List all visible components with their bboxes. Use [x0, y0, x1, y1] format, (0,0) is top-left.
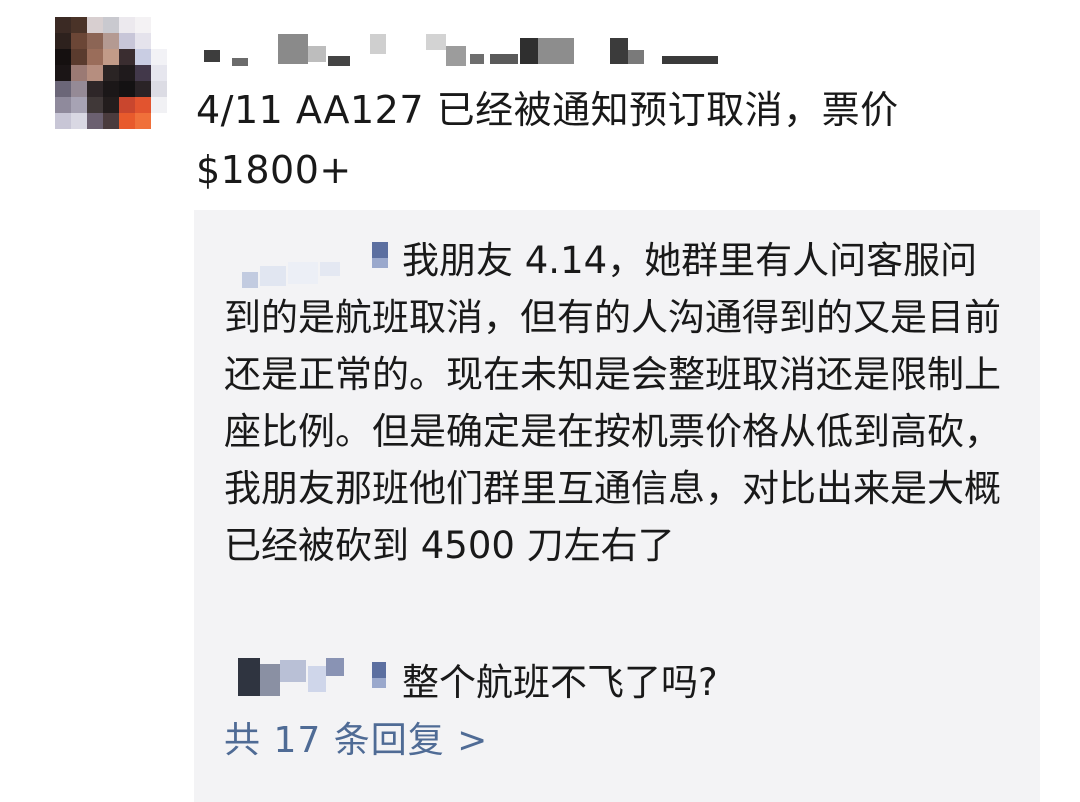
- reply-author-name[interactable]: [224, 654, 402, 711]
- reply-item[interactable]: 我朋友 4.14，她群里有人问客服问到的是航班取消，但有的人沟通得到的又是目前还…: [224, 232, 1014, 574]
- reply-text-rest: 到的是航班取消，但有的人沟通得到的又是目前还是正常的。现在未知是会整班取消还是限…: [224, 296, 1001, 567]
- reply-box: 我朋友 4.14，她群里有人问客服问到的是航班取消，但有的人沟通得到的又是目前还…: [194, 210, 1040, 802]
- reply-text-first: 整个航班不飞了吗?: [402, 661, 718, 704]
- commenter-name[interactable]: [200, 28, 740, 76]
- reply-author-name[interactable]: [224, 232, 402, 289]
- reply-item[interactable]: 整个航班不飞了吗?: [224, 654, 1014, 711]
- reply-text-first: 我朋友 4.14，她群里有人问客服问: [402, 239, 978, 282]
- view-all-replies-link[interactable]: 共 17 条回复 >: [224, 715, 488, 767]
- comment-line-2: $1800+: [196, 148, 352, 192]
- comment-text: 4/11 AA127 已经被通知预订取消，票价 $1800+: [196, 80, 1046, 200]
- comment-line-1: 4/11 AA127 已经被通知预订取消，票价: [196, 88, 899, 132]
- avatar[interactable]: [55, 17, 167, 129]
- comment-thread: 4/11 AA127 已经被通知预订取消，票价 $1800+ 我朋友 4.14，…: [0, 0, 1080, 802]
